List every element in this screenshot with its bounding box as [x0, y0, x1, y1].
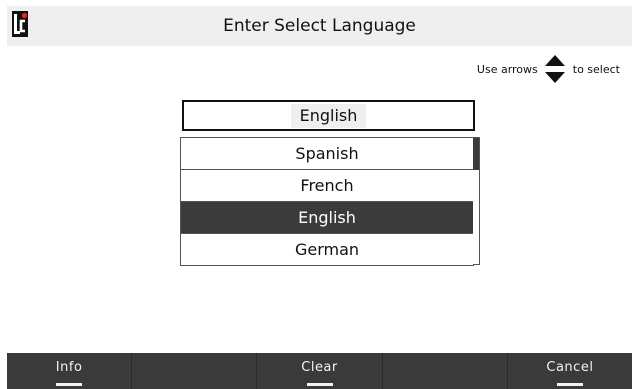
selected-language-field[interactable]: English [182, 100, 475, 131]
cancel-button[interactable]: Cancel [508, 353, 632, 389]
scrollbar-thumb[interactable] [473, 138, 479, 170]
navigation-hint: Use arrows to select [477, 54, 620, 84]
list-item-label: English [298, 208, 356, 227]
info-button[interactable]: Info [7, 353, 133, 389]
page-title: Enter Select Language [223, 16, 416, 36]
info-underline [56, 383, 83, 386]
list-item-label: Spanish [295, 144, 359, 163]
clear-button-label: Clear [301, 360, 338, 375]
list-item-spanish[interactable]: Spanish [181, 137, 474, 169]
up-down-arrows-icon [544, 55, 565, 83]
selected-language-value: English [290, 103, 367, 128]
cancel-underline [556, 383, 583, 386]
list-item-english[interactable]: English [181, 201, 474, 233]
list-item-french[interactable]: French [181, 169, 474, 201]
list-item-label: German [294, 240, 360, 259]
clear-underline [306, 383, 333, 386]
hint-prefix: Use arrows [476, 62, 538, 76]
softkey-2-button[interactable] [132, 353, 258, 389]
info-button-label: Info [55, 360, 83, 375]
cancel-button-label: Cancel [546, 360, 594, 375]
softkey-4-button[interactable] [383, 353, 508, 389]
list-scrollbar[interactable] [473, 137, 480, 265]
list-item-label: French [292, 176, 362, 195]
list-item-german[interactable]: German [181, 233, 474, 265]
clear-button[interactable]: Clear [257, 353, 383, 389]
softkey-bar: Info Clear Cancel [7, 353, 632, 389]
hint-suffix: to select [572, 62, 620, 76]
language-list: Spanish French English German [180, 137, 474, 266]
app-frame: Enter Select Language Use arrows to sele… [7, 6, 632, 389]
header-bar: Enter Select Language [7, 6, 632, 46]
